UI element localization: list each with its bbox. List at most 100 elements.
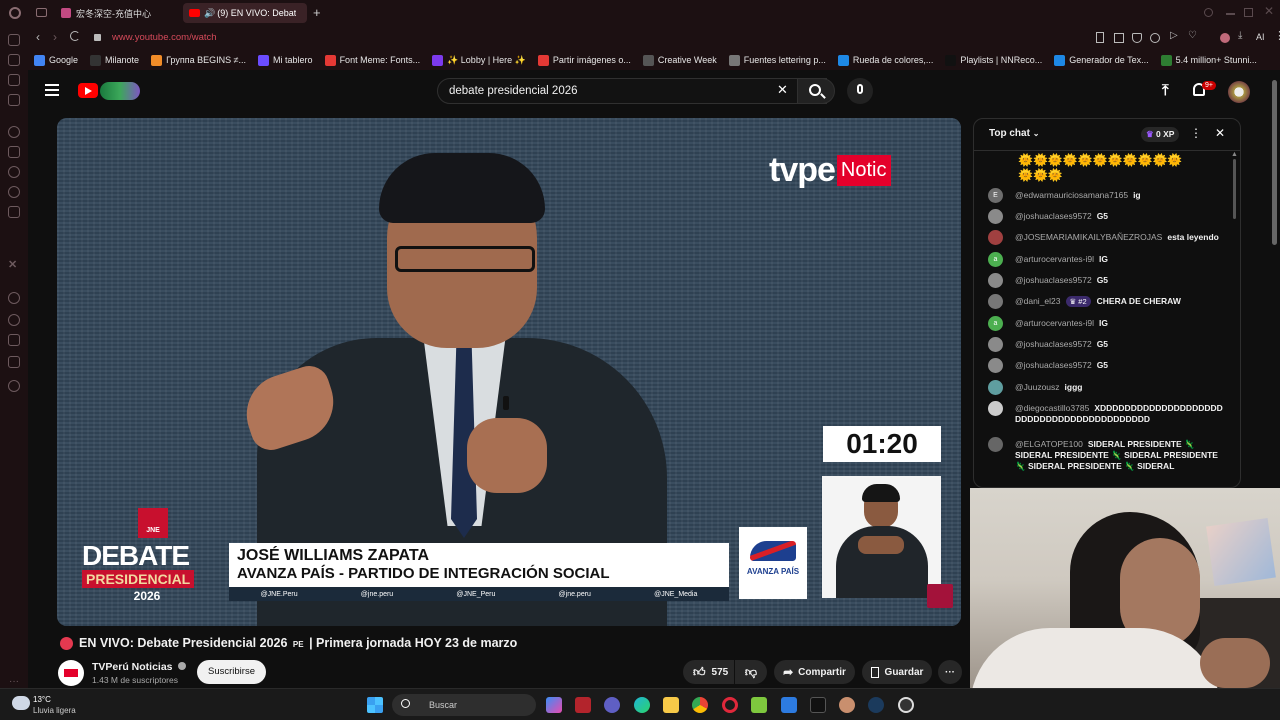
shield-icon[interactable] [1132, 33, 1142, 43]
chat-author[interactable]: @dani_el23 [1015, 296, 1061, 306]
chat-message[interactable]: @joshuaclases9572 G5 [988, 358, 1226, 373]
bookmark-item[interactable]: Группа BEGINS ≠... [151, 54, 246, 66]
heart-icon[interactable]: ♡ [1188, 30, 1197, 41]
voice-search-button[interactable] [847, 78, 873, 104]
bookmark-item[interactable]: Font Meme: Fonts... [324, 54, 420, 66]
chat-avatar[interactable] [988, 380, 1003, 395]
bookmark-item[interactable]: Milanote [90, 54, 139, 66]
sidebar-clock-icon[interactable] [8, 314, 20, 326]
sidebar-whatsapp-icon[interactable] [8, 166, 20, 178]
close-chat-icon[interactable]: ✕ [1215, 126, 1225, 140]
share-button[interactable]: ➦ Compartir [774, 660, 855, 684]
start-windows-icon[interactable] [367, 697, 383, 713]
address-bar[interactable]: www.youtube.com/watch [112, 32, 217, 43]
sidebar-cube-icon[interactable] [8, 334, 20, 346]
chat-message[interactable]: a @arturocervantes-i9l IG [988, 252, 1226, 267]
app-green-icon[interactable] [751, 697, 767, 713]
capcut-icon[interactable] [810, 697, 826, 713]
download-icon[interactable]: ⤓ [1238, 30, 1242, 41]
chat-avatar[interactable] [988, 358, 1003, 373]
file-explorer-icon[interactable] [663, 697, 679, 713]
chat-message[interactable]: @joshuaclases9572 G5 [988, 209, 1226, 224]
xp-badge[interactable]: ♛ 0 XP [1141, 127, 1180, 142]
app-avatar-icon[interactable] [839, 697, 855, 713]
opera-gx-icon[interactable] [722, 697, 738, 713]
chat-author[interactable]: @Juuzousz [1015, 382, 1060, 392]
chat-avatar[interactable]: E [988, 188, 1003, 203]
dislike-button[interactable]: 👎︎ [735, 660, 767, 684]
ai-button[interactable]: AI [1256, 32, 1265, 42]
chrome-icon[interactable] [692, 697, 708, 713]
window-search-icon[interactable] [1204, 8, 1213, 17]
chat-author[interactable]: @edwarmauriciosamana7165 [1015, 190, 1128, 200]
speaker-icon[interactable]: 🔊 [204, 8, 215, 19]
sidebar-download-icon[interactable] [8, 356, 20, 368]
sidebar-x-icon[interactable]: ✕ [8, 258, 17, 271]
chat-author[interactable]: @JOSEMARIAMIKAILYBAÑEZROJAS [1015, 232, 1162, 242]
chat-author[interactable]: @joshuaclases9572 [1015, 339, 1092, 349]
hamburger-menu-icon[interactable] [45, 84, 59, 96]
sidebar-discord-icon[interactable] [8, 206, 20, 218]
steam-icon[interactable] [868, 697, 884, 713]
chat-author[interactable]: @arturocervantes-i9l [1015, 254, 1094, 264]
chat-message[interactable]: a @arturocervantes-i9l IG [988, 316, 1226, 331]
chat-message[interactable]: @diegocastillo3785 XDDDDDDDDDDDDDDDDDDDDD… [988, 401, 1226, 425]
search-input[interactable]: debate presidencial 2026 [437, 78, 827, 104]
clear-search-icon[interactable]: ✕ [777, 82, 788, 98]
chat-avatar[interactable] [988, 437, 1003, 452]
upload-icon[interactable]: ⤒ [1162, 82, 1169, 99]
bookmark-page-icon[interactable] [1096, 32, 1104, 43]
chat-message[interactable]: @joshuaclases9572 G5 [988, 273, 1226, 288]
save-button[interactable]: Guardar [862, 660, 932, 684]
back-icon[interactable]: ‹ [36, 30, 40, 44]
sidebar-more-icon[interactable]: ··· [9, 676, 19, 687]
chat-avatar[interactable]: a [988, 252, 1003, 267]
like-button[interactable]: 👍︎ 575 [683, 660, 734, 684]
video-player[interactable]: tvpe Notic 01:20 JNE DEBATE PRESIDENCIAL… [57, 118, 961, 626]
bookmark-item[interactable]: Google [34, 54, 78, 66]
chat-avatar[interactable] [988, 401, 1003, 416]
chat-message[interactable]: @dani_el23 ♛ #2 CHERA DE CHERAW [988, 294, 1226, 309]
chat-author[interactable]: @ELGATOPE100 [1015, 439, 1083, 449]
sidebar-messenger-icon[interactable] [8, 126, 20, 138]
channel-name[interactable]: TVPerú Noticias [92, 661, 187, 673]
chat-avatar[interactable] [988, 294, 1003, 309]
sidebar-music-icon[interactable] [8, 292, 20, 304]
screenshot-icon[interactable] [1114, 33, 1124, 43]
chat-author[interactable]: @arturocervantes-i9l [1015, 318, 1094, 328]
youtube-logo[interactable] [78, 82, 140, 100]
bookmark-item[interactable]: Fuentes lettering p... [728, 54, 826, 66]
vpn-icon[interactable] [1150, 33, 1160, 43]
bookmark-item[interactable]: Playlists | NNReco... [945, 54, 1042, 66]
chat-message[interactable]: @joshuaclases9572 G5 [988, 337, 1226, 352]
sidebar-history-icon[interactable] [8, 74, 20, 86]
sidebar-telegram-icon[interactable] [8, 186, 20, 198]
play-icon[interactable]: ▷ [1170, 30, 1178, 41]
maximize-icon[interactable] [1244, 8, 1253, 17]
bookmark-item[interactable]: Partir imágenes o... [537, 54, 631, 66]
account-avatar[interactable] [1228, 81, 1250, 103]
bookmark-item[interactable]: Generador de Tex... [1054, 54, 1149, 66]
channel-avatar[interactable] [58, 660, 84, 686]
app-blue-icon[interactable] [604, 697, 620, 713]
chat-message[interactable]: @JOSEMARIAMIKAILYBAÑEZROJAS esta leyendo [988, 230, 1226, 245]
chat-message[interactable]: @ELGATOPE100 SIDERAL PRESIDENTE 🦎 SIDERAL… [988, 437, 1226, 472]
chat-author[interactable]: @joshuaclases9572 [1015, 275, 1092, 285]
new-tab-button[interactable]: + [313, 5, 321, 20]
chat-avatar[interactable] [988, 273, 1003, 288]
copilot-icon[interactable] [546, 697, 562, 713]
sidebar-home-icon[interactable] [8, 34, 20, 46]
edge-icon[interactable] [634, 697, 650, 713]
reload-icon[interactable] [70, 31, 80, 41]
app-wave-icon[interactable] [781, 697, 797, 713]
app-red-icon[interactable] [575, 697, 591, 713]
sidebar-settings-icon[interactable] [8, 380, 20, 392]
chat-avatar[interactable] [988, 209, 1003, 224]
menu-dots-icon[interactable]: ⋮ [1274, 29, 1280, 42]
profile-icon[interactable] [1220, 33, 1230, 43]
chat-avatar[interactable]: a [988, 316, 1003, 331]
page-scrollbar[interactable] [1272, 80, 1277, 245]
chat-menu-icon[interactable]: ⋮ [1190, 126, 1202, 140]
bookmark-item[interactable]: 5.4 million+ Stunni... [1160, 54, 1257, 66]
chat-message[interactable]: E @edwarmauriciosamana7165 ig [988, 188, 1226, 203]
